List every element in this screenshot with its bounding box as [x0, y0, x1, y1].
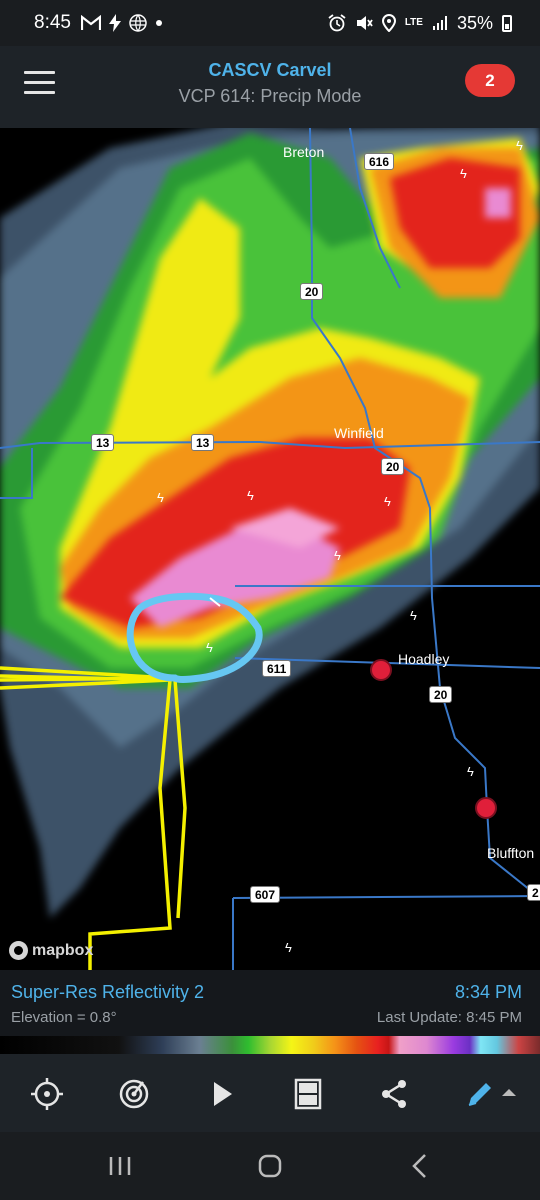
radar-reflectivity-layer	[0, 128, 540, 970]
mapbox-attribution[interactable]: mapbox	[9, 941, 93, 960]
recents-icon[interactable]	[102, 1150, 138, 1182]
mute-icon	[356, 16, 373, 30]
lightning-icon: ϟ	[157, 490, 164, 505]
radar-icon[interactable]	[116, 1076, 152, 1112]
storm-marker[interactable]	[370, 659, 392, 681]
place-label: Winfield	[334, 425, 384, 441]
elevation-label: Elevation = 0.8°	[11, 1009, 117, 1026]
share-icon[interactable]	[376, 1076, 412, 1112]
signal-icon	[432, 16, 447, 30]
status-time: 8:45	[34, 12, 71, 33]
lightning-icon: ϟ	[285, 940, 292, 955]
lightning-icon: ϟ	[516, 138, 523, 153]
radar-map[interactable]: Breton Winfield Hoadley Bluffton 616 20 …	[0, 128, 540, 970]
alert-count-badge[interactable]: 2	[465, 64, 515, 97]
gmail-icon	[80, 15, 101, 30]
place-label: Hoadley	[398, 651, 450, 667]
location-icon	[381, 14, 396, 32]
pencil-icon[interactable]	[462, 1076, 498, 1112]
lightning-icon: ϟ	[247, 488, 254, 503]
home-icon[interactable]	[252, 1150, 288, 1182]
lightning-icon: ϟ	[384, 494, 391, 509]
bottom-toolbar	[0, 1054, 540, 1132]
highway-shield: 607	[250, 886, 281, 903]
status-bar: 8:45 LTE 35%	[0, 0, 540, 46]
highway-shield: 20	[300, 283, 324, 300]
mapbox-label: mapbox	[32, 941, 94, 959]
storm-marker[interactable]	[475, 797, 497, 819]
highway-shield: 20	[429, 686, 453, 703]
reflectivity-color-scale	[0, 1036, 540, 1054]
bolt-icon	[108, 14, 121, 32]
lightning-icon: ϟ	[410, 608, 417, 623]
highway-shield: 611	[262, 660, 292, 677]
highway-shield: 13	[91, 434, 115, 451]
place-label: Bluffton	[487, 845, 535, 861]
product-name[interactable]: Super-Res Reflectivity 2	[11, 982, 204, 1003]
back-icon[interactable]	[403, 1150, 439, 1182]
status-right-icons: LTE 35%	[328, 13, 512, 34]
last-update-label: Last Update: 8:45 PM	[376, 1009, 522, 1026]
scan-time: 8:34 PM	[454, 982, 522, 1002]
lightning-icon: ϟ	[467, 764, 474, 779]
layout-icon[interactable]	[290, 1076, 326, 1112]
play-icon[interactable]	[204, 1076, 240, 1112]
lightning-icon: ϟ	[206, 640, 213, 655]
app-header: CASCV Carvel VCP 614: Precip Mode 2	[0, 46, 540, 128]
radar-site-title[interactable]: CASCV Carvel	[0, 60, 540, 81]
crosshair-icon[interactable]	[29, 1076, 65, 1112]
highway-shield: 616	[364, 153, 395, 170]
vcp-mode-subtitle: VCP 614: Precip Mode	[178, 86, 362, 106]
highway-shield: 20	[381, 458, 405, 475]
lightning-icon: ϟ	[334, 548, 341, 563]
battery-icon	[502, 14, 512, 32]
alarm-icon	[328, 14, 346, 32]
highway-shield: 2	[527, 884, 540, 901]
status-left-icons	[80, 14, 163, 32]
lte-icon: LTE	[404, 17, 423, 28]
system-nav-bar	[0, 1132, 540, 1200]
globe-icon	[129, 14, 147, 32]
mapbox-logo-icon	[9, 941, 28, 960]
expand-up-icon[interactable]	[498, 1076, 520, 1112]
highway-shield: 13	[191, 434, 215, 451]
lightning-icon: ϟ	[460, 166, 467, 181]
battery-percent: 35%	[456, 12, 493, 33]
dot-icon	[155, 20, 162, 26]
place-label: Breton	[283, 144, 325, 160]
product-info-bar[interactable]: Super-Res Reflectivity 2 Elevation = 0.8…	[0, 970, 540, 1036]
